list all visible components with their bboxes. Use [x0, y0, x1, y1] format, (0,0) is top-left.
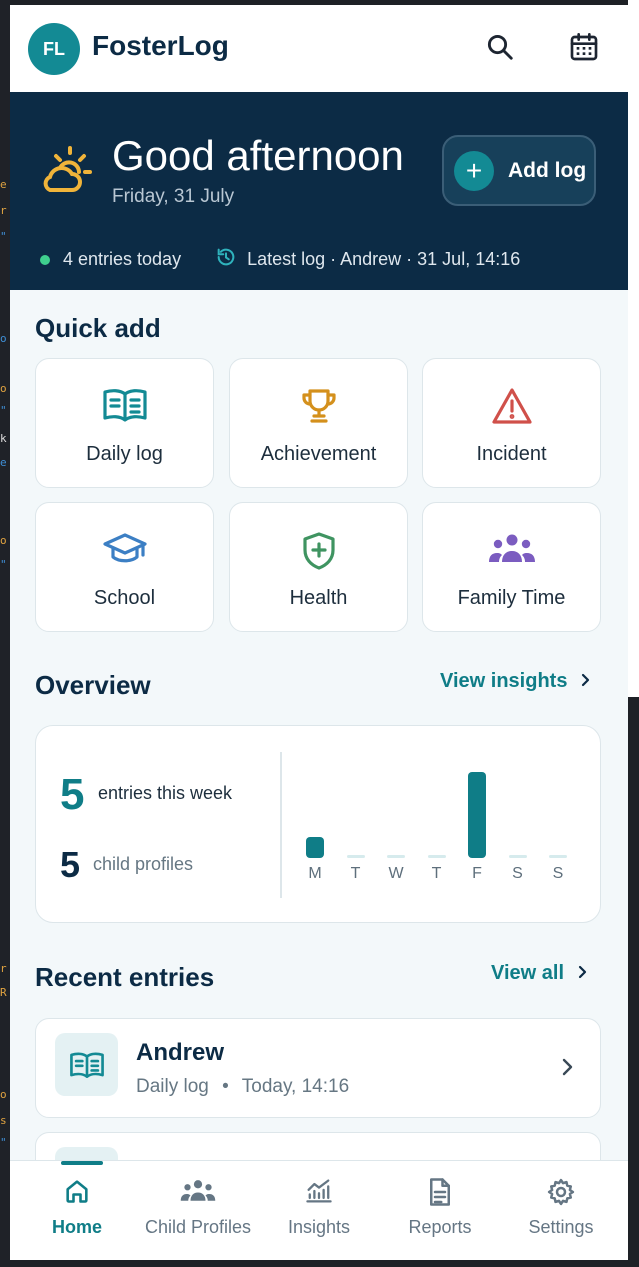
latest-log[interactable]: Latest log · Andrew · 31 Jul, 14:16 [247, 249, 520, 270]
current-date: Friday, 31 July [112, 186, 235, 207]
entry-child-name: Andrew [136, 1039, 225, 1066]
recent-entry-card[interactable]: Andrew Daily log • Today, 14:16 [35, 1018, 601, 1118]
divider [280, 752, 282, 898]
nav-label: Home [51, 1217, 102, 1237]
people-icon [423, 531, 600, 567]
chart-bar [387, 855, 405, 858]
entry-meta: Daily log • Today, 14:16 [136, 1076, 349, 1098]
partly-cloudy-icon [38, 144, 94, 201]
greeting-banner: Good afternoon Friday, 31 July + Add log… [10, 92, 628, 290]
people-icon [136, 1177, 260, 1205]
quick-add-label: Daily log [86, 443, 163, 465]
book-icon [55, 1033, 118, 1096]
chart-day-label: M [308, 865, 322, 882]
chevron-right-icon [576, 962, 588, 985]
status-dot-icon [40, 254, 50, 265]
quick-add-title: Quick add [35, 313, 161, 343]
active-tab-indicator [61, 1161, 103, 1165]
quick-add-label: Incident [476, 443, 547, 465]
background-window-edge [628, 0, 639, 1267]
avatar[interactable]: FL [28, 23, 80, 75]
quick-add-incident[interactable]: Incident [422, 358, 601, 488]
chart-day-label: F [472, 865, 482, 882]
home-icon [15, 1177, 139, 1205]
child-profiles-value: 5 [60, 844, 81, 885]
separator-dot: • [222, 1076, 229, 1097]
chart-day-label: S [512, 865, 523, 882]
nav-child-profiles[interactable]: Child Profiles [136, 1161, 260, 1260]
quick-add-label: Achievement [260, 443, 377, 465]
chart-icon [257, 1177, 381, 1205]
nav-settings[interactable]: Settings [499, 1161, 623, 1260]
view-all-label: View all [491, 962, 565, 984]
entries-today: 4 entries today [63, 249, 182, 269]
nav-label: Reports [408, 1217, 472, 1237]
app-title: FosterLog [92, 30, 229, 61]
chart-day-label: S [552, 865, 564, 882]
view-all-link[interactable]: View all [491, 962, 588, 985]
recent-entries-title: Recent entries [35, 962, 215, 992]
chart-day-label: T [431, 865, 442, 882]
overview-title: Overview [35, 670, 151, 700]
warning-icon [423, 387, 600, 425]
chart-bar [468, 772, 486, 858]
view-insights-link[interactable]: View insights [440, 670, 591, 693]
gear-icon [499, 1177, 623, 1207]
nav-insights[interactable]: Insights [257, 1161, 381, 1260]
child-profiles-label: child profiles [93, 854, 194, 874]
shield-plus-icon [230, 531, 407, 571]
chart-day-label: W [388, 865, 404, 882]
entries-week-label: entries this week [98, 783, 233, 803]
chevron-right-icon [560, 1057, 574, 1082]
chart-bar [306, 836, 324, 858]
quick-add-family-time[interactable]: Family Time [422, 502, 601, 632]
nav-reports[interactable]: Reports [378, 1161, 502, 1260]
add-log-label: Add log [508, 158, 587, 182]
view-insights-label: View insights [440, 670, 568, 692]
chart-bar [508, 855, 527, 858]
chart-day-label: T [350, 865, 361, 882]
quick-add-label: Health [289, 587, 348, 609]
quick-add-achievement[interactable]: Achievement [229, 358, 408, 488]
plus-icon: + [454, 150, 494, 191]
book-icon [36, 387, 213, 423]
quick-add-health[interactable]: Health [229, 502, 408, 632]
hero-stats: 4 entries today Latest log · Andrew · 31… [40, 246, 520, 273]
quick-add-label: Family Time [457, 587, 566, 609]
overview-card: 5 entries this week 5 child profiles M T W… [35, 725, 601, 923]
history-icon [215, 246, 237, 273]
search-icon[interactable] [482, 29, 518, 65]
greeting-text: Good afternoon [112, 132, 404, 179]
bottom-navigation: Home Child Profiles Insights Reports Set… [10, 1160, 628, 1260]
document-icon [378, 1177, 502, 1207]
chart-bar [549, 855, 567, 858]
entries-week-value: 5 [60, 770, 85, 819]
top-app-bar: FL FosterLog [10, 5, 628, 92]
entry-type: Daily log [136, 1076, 209, 1097]
nav-label: Insights [287, 1217, 351, 1237]
nav-home[interactable]: Home [15, 1161, 139, 1260]
chart-bar [427, 855, 446, 858]
quick-add-daily-log[interactable]: Daily log [35, 358, 214, 488]
chart-bar [346, 855, 365, 858]
trophy-icon [230, 387, 407, 425]
chevron-right-icon [579, 670, 591, 693]
background-editor-strip: e r " o o " k e o " r R o s " [0, 0, 10, 1267]
nav-label: Settings [528, 1217, 594, 1237]
graduation-cap-icon [36, 531, 213, 567]
entry-time: Today, 14:16 [241, 1076, 350, 1097]
calendar-icon[interactable] [566, 29, 602, 65]
quick-add-school[interactable]: School [35, 502, 214, 632]
nav-label: Child Profiles [144, 1217, 252, 1237]
add-log-button[interactable]: + Add log [442, 135, 596, 206]
quick-add-label: School [93, 587, 156, 609]
app-screen: FL FosterLog Good afternoon Friday, 31 J… [10, 5, 628, 1260]
